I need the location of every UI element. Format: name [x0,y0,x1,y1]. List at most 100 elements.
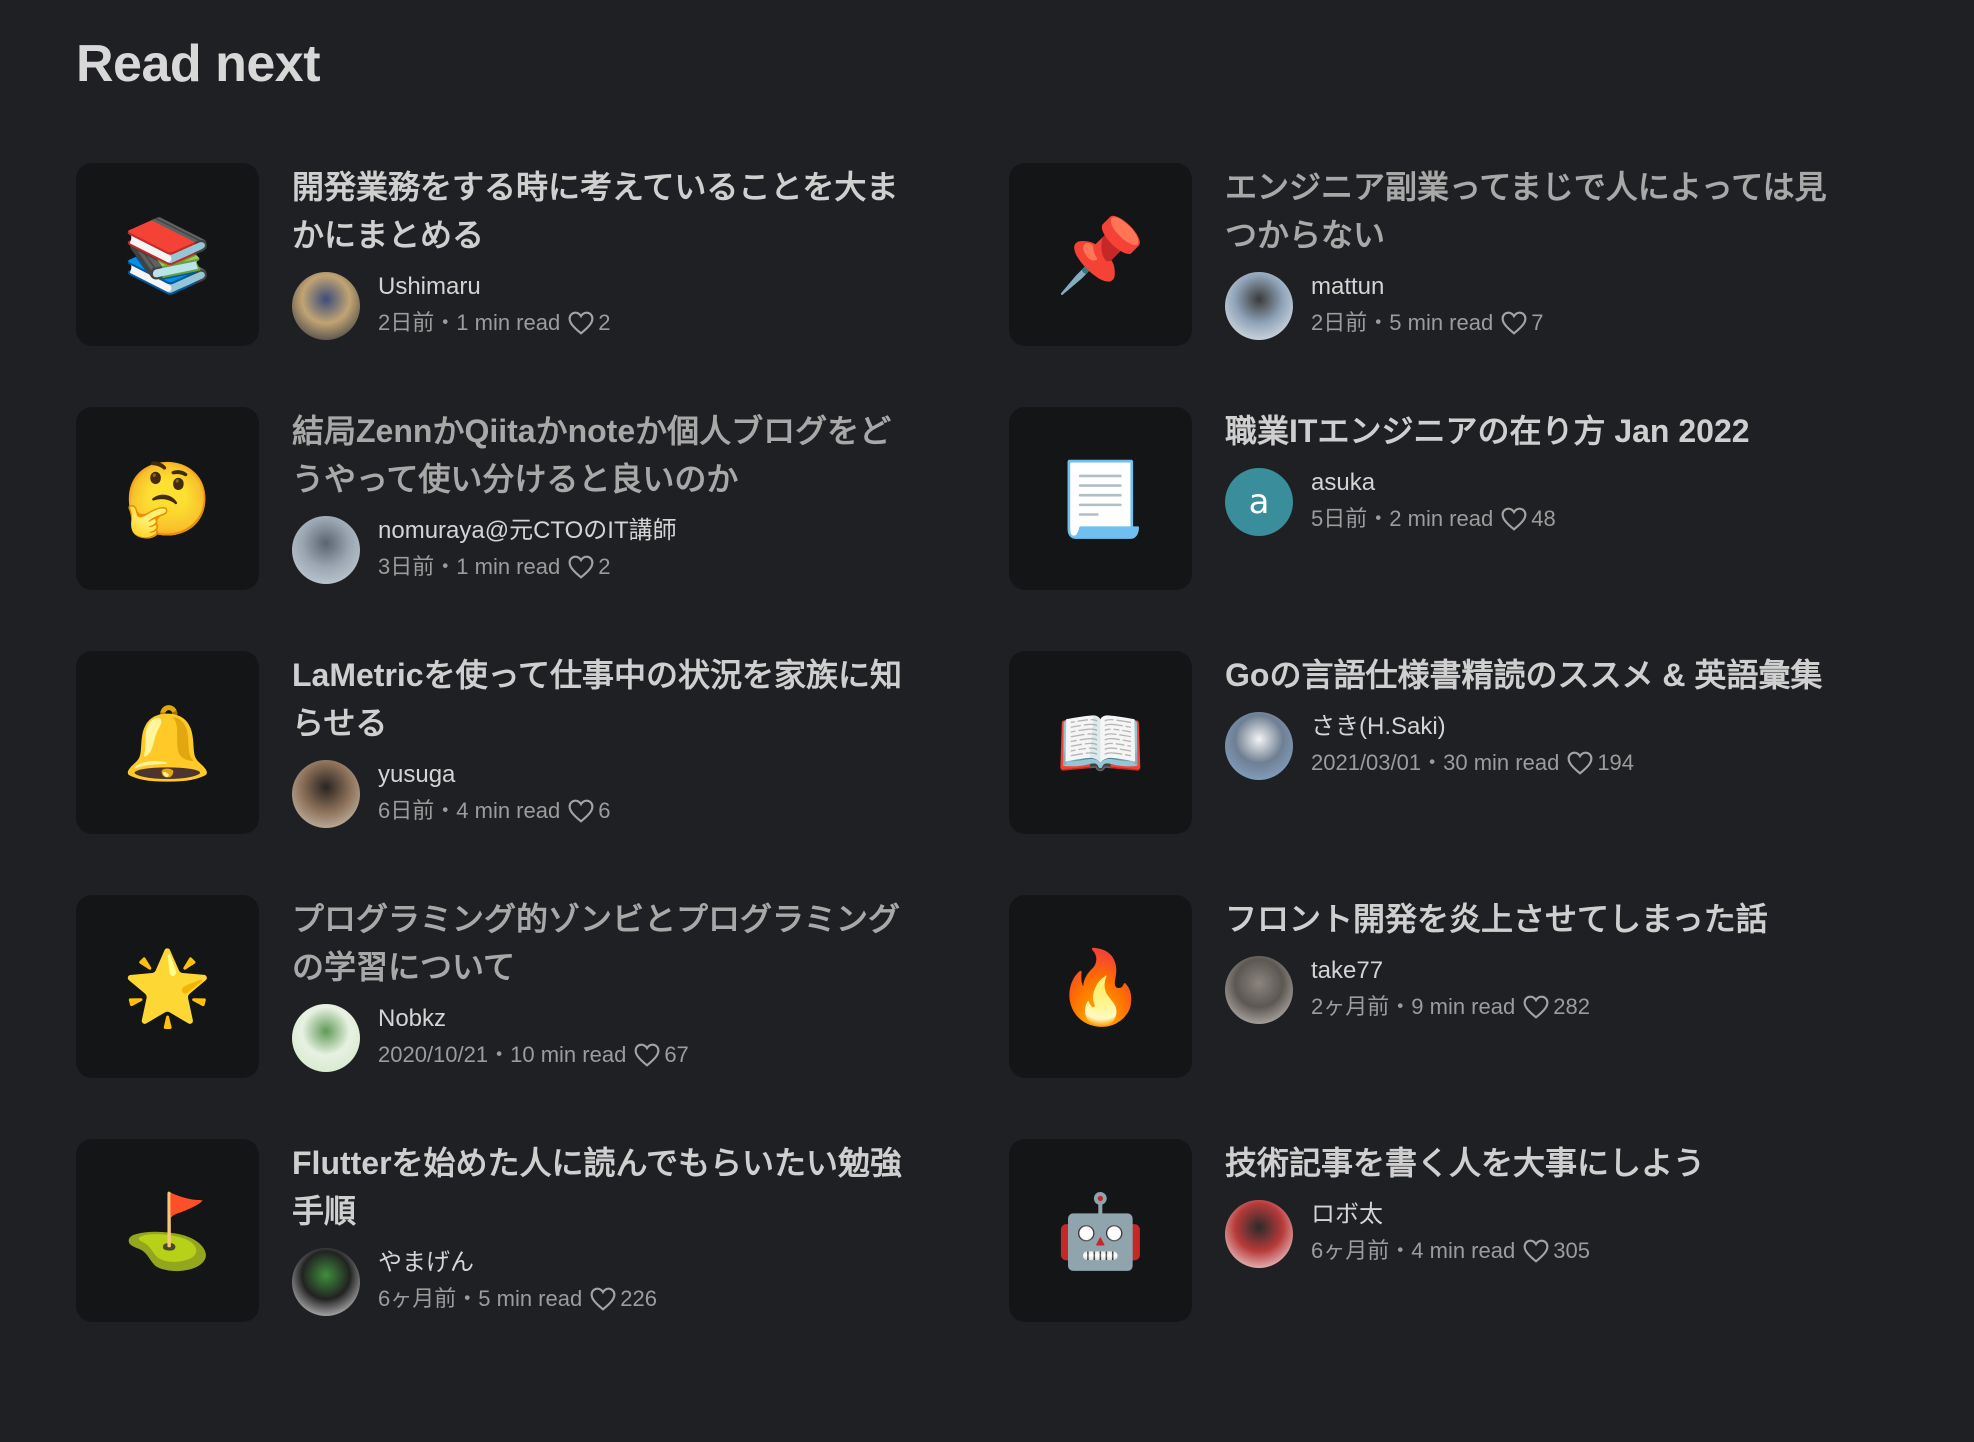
heart-icon[interactable] [568,555,594,579]
article-card[interactable]: 📚 開発業務をする時に考えていることを大まかにまとめる Ushimaru 2日前… [76,163,1009,407]
article-card[interactable]: 📌 エンジニア副業ってまじで人によっては見つからない mattun 2日前 ・ … [1009,163,1869,407]
article-title[interactable]: 職業ITエンジニアの在り方 Jan 2022 [1225,407,1835,455]
article-title[interactable]: 技術記事を書く人を大事にしよう [1225,1139,1835,1187]
avatar[interactable] [292,516,360,584]
author-name[interactable]: さき(H.Saki) [1311,710,1634,744]
article-stats: 2日前 ・ 1 min read 2 [378,304,610,342]
published-date: 5日前 [1311,506,1368,531]
read-time: 1 min read [456,554,561,579]
article-thumbnail[interactable]: 🔔 [76,651,259,834]
avatar[interactable] [1225,1200,1293,1268]
read-time: 4 min read [456,798,561,823]
published-date: 2021/03/01 [1311,750,1422,775]
read-time: 5 min read [1389,310,1494,335]
author-name[interactable]: yusuga [378,758,610,792]
article-meta: a asuka 5日前 ・ 2 min read 48 [1225,466,1835,538]
read-time: 10 min read [510,1042,627,1067]
author-name[interactable]: take77 [1311,954,1590,988]
heart-icon[interactable] [1501,507,1527,531]
avatar[interactable] [1225,956,1293,1024]
like-count: 7 [1531,310,1544,335]
article-stats: 2日前 ・ 5 min read 7 [1311,304,1543,342]
author-name[interactable]: やまげん [378,1246,657,1280]
article-card[interactable]: 📃 職業ITエンジニアの在り方 Jan 2022 a asuka 5日前 ・ 2… [1009,407,1869,651]
article-title[interactable]: プログラミング的ゾンビとプログラミングの学習について [292,895,902,991]
avatar-letter: a [1248,482,1270,522]
article-thumbnail[interactable]: 📌 [1009,163,1192,346]
heart-icon[interactable] [1523,995,1549,1019]
published-date: 6日前 [378,798,435,823]
meta-text: take77 2ヶ月前 ・ 9 min read 282 [1311,954,1590,1026]
article-info: 開発業務をする時に考えていることを大まかにまとめる Ushimaru 2日前 ・… [292,163,902,342]
separator: ・ [1367,310,1390,335]
article-card[interactable]: 📖 Goの言語仕様書精読のススメ & 英語彙集 さき(H.Saki) 2021/… [1009,651,1869,895]
heart-icon[interactable] [1523,1239,1549,1263]
heart-icon[interactable] [590,1287,616,1311]
article-card[interactable]: 🌟 プログラミング的ゾンビとプログラミングの学習について Nobkz 2020/… [76,895,1009,1139]
article-stats: 6ヶ月前 ・ 5 min read 226 [378,1280,657,1318]
article-title[interactable]: フロント開発を炎上させてしまった話 [1225,895,1835,943]
article-thumbnail[interactable]: 📚 [76,163,259,346]
published-date: 3日前 [378,554,435,579]
article-info: エンジニア副業ってまじで人によっては見つからない mattun 2日前 ・ 5 … [1225,163,1835,342]
meta-text: やまげん 6ヶ月前 ・ 5 min read 226 [378,1246,657,1318]
article-title[interactable]: Flutterを始めた人に読んでもらいたい勉強手順 [292,1139,902,1235]
article-thumbnail[interactable]: 📖 [1009,651,1192,834]
meta-text: Ushimaru 2日前 ・ 1 min read 2 [378,270,610,342]
separator: ・ [434,798,457,823]
article-info: 技術記事を書く人を大事にしよう ロボ太 6ヶ月前 ・ 4 min read 30… [1225,1139,1835,1270]
article-title[interactable]: エンジニア副業ってまじで人によっては見つからない [1225,163,1835,259]
article-thumbnail[interactable]: 🔥 [1009,895,1192,1078]
article-title[interactable]: Goの言語仕様書精読のススメ & 英語彙集 [1225,651,1835,699]
bell-icon: 🔔 [122,700,213,785]
article-card[interactable]: 🔔 LaMetricを使って仕事中の状況を家族に知らせる yusuga 6日前 … [76,651,1009,895]
heart-icon[interactable] [1567,751,1593,775]
avatar[interactable] [292,760,360,828]
avatar[interactable] [292,272,360,340]
article-thumbnail[interactable]: ⛳ [76,1139,259,1322]
avatar[interactable] [292,1248,360,1316]
heart-icon[interactable] [634,1043,660,1067]
heart-icon[interactable] [568,311,594,335]
author-name[interactable]: Ushimaru [378,270,610,304]
article-title[interactable]: LaMetricを使って仕事中の状況を家族に知らせる [292,651,902,747]
section-title: Read next [76,35,321,93]
separator: ・ [1389,1238,1412,1263]
article-thumbnail[interactable]: 📃 [1009,407,1192,590]
author-name[interactable]: asuka [1311,466,1556,500]
avatar[interactable]: a [1225,468,1293,536]
heart-icon[interactable] [1501,311,1527,335]
golf-flag-icon: ⛳ [122,1188,213,1273]
published-date: 2日前 [378,310,435,335]
article-thumbnail[interactable]: 🤔 [76,407,259,590]
avatar[interactable] [1225,712,1293,780]
article-thumbnail[interactable]: 🤖 [1009,1139,1192,1322]
article-card[interactable]: 🤔 結局ZennかQiitaかnoteか個人ブログをどうやって使い分けると良いの… [76,407,1009,651]
article-card[interactable]: 🔥 フロント開発を炎上させてしまった話 take77 2ヶ月前 ・ 9 min … [1009,895,1869,1139]
article-title[interactable]: 結局ZennかQiitaかnoteか個人ブログをどうやって使い分けると良いのか [292,407,902,503]
like-count: 282 [1553,994,1590,1019]
article-card[interactable]: 🤖 技術記事を書く人を大事にしよう ロボ太 6ヶ月前 ・ 4 min read [1009,1139,1869,1383]
article-thumbnail[interactable]: 🌟 [76,895,259,1078]
meta-text: ロボ太 6ヶ月前 ・ 4 min read 305 [1311,1198,1590,1270]
author-name[interactable]: mattun [1311,270,1543,304]
avatar[interactable] [292,1004,360,1072]
author-name[interactable]: Nobkz [378,1002,689,1036]
read-time: 1 min read [456,310,561,335]
heart-icon[interactable] [568,799,594,823]
author-name[interactable]: ロボ太 [1311,1198,1590,1232]
article-stats: 6ヶ月前 ・ 4 min read 305 [1311,1232,1590,1270]
article-info: 結局ZennかQiitaかnoteか個人ブログをどうやって使い分けると良いのか … [292,407,902,586]
article-title[interactable]: 開発業務をする時に考えていることを大まかにまとめる [292,163,902,259]
author-name[interactable]: nomuraya@元CTOのIT講師 [378,514,677,548]
read-time: 30 min read [1443,750,1560,775]
separator: ・ [1421,750,1444,775]
article-card[interactable]: ⛳ Flutterを始めた人に読んでもらいたい勉強手順 やまげん 6ヶ月前 ・ … [76,1139,1009,1383]
avatar[interactable] [1225,272,1293,340]
article-stats: 3日前 ・ 1 min read 2 [378,548,677,586]
fire-icon: 🔥 [1055,944,1146,1029]
article-meta: nomuraya@元CTOのIT講師 3日前 ・ 1 min read 2 [292,514,902,586]
separator: ・ [488,1042,511,1067]
pushpin-icon: 📌 [1055,212,1146,297]
separator: ・ [1389,994,1412,1019]
